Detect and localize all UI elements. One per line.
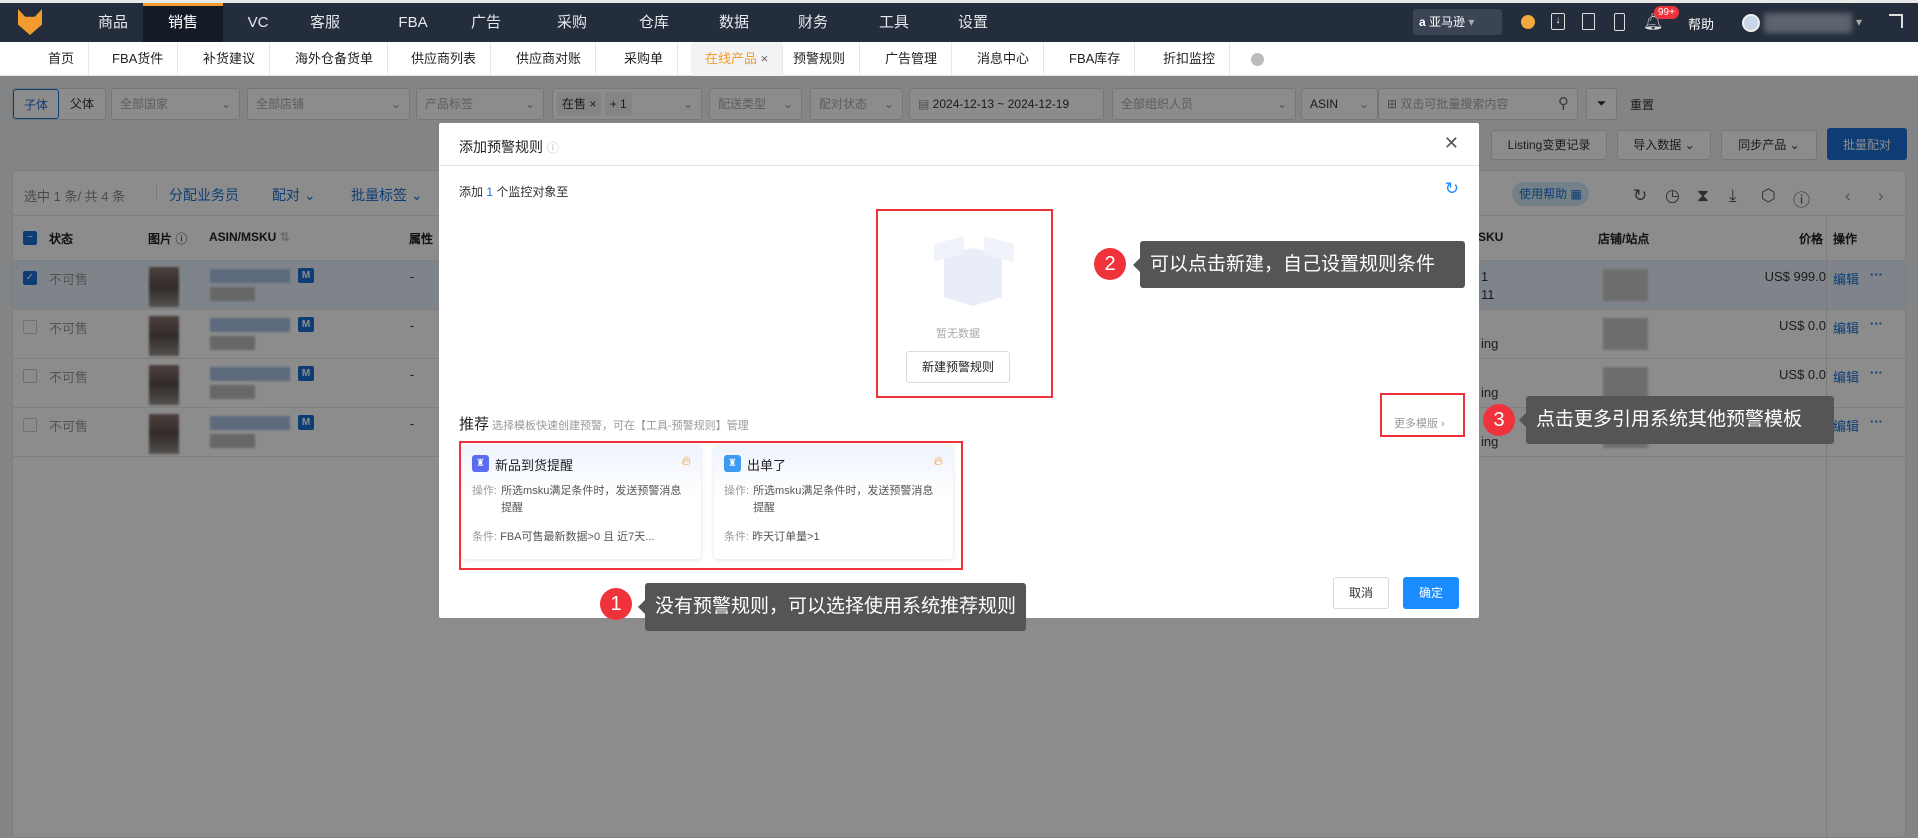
tab-home[interactable]: 首页 xyxy=(34,42,90,76)
tab-restock[interactable]: 补货建议 xyxy=(189,42,271,76)
download-icon[interactable]: ↓ xyxy=(1551,13,1565,30)
help-link[interactable]: 帮助 xyxy=(1688,14,1714,33)
caret-down-icon: ▾ xyxy=(1468,15,1475,29)
tab-overseas-stock[interactable]: 海外仓备货单 xyxy=(281,42,389,76)
close-icon[interactable]: ✕ xyxy=(1444,133,1459,154)
tab-fba-inventory[interactable]: FBA库存 xyxy=(1055,42,1136,76)
callout-number-2: 2 xyxy=(1094,248,1126,280)
modal-title: 添加预警规则 ⓘ xyxy=(459,137,559,157)
tab-label: 补货建议 xyxy=(203,51,256,66)
service-icon[interactable] xyxy=(1521,15,1535,29)
mobile-icon[interactable] xyxy=(1614,13,1625,31)
help-icon[interactable]: ⓘ xyxy=(547,141,559,155)
marketplace-label: 亚马逊 xyxy=(1429,15,1466,29)
tab-ads-management[interactable]: 广告管理 xyxy=(871,42,953,76)
add-prefix: 添加 xyxy=(459,185,484,199)
tab-bar: 首页 FBA货件 补货建议 海外仓备货单 供应商列表 供应商对账 采购单 在线产… xyxy=(0,42,1918,76)
tab-label: 供应商列表 xyxy=(411,51,477,66)
top-nav: 商品 销售 VC 客服 FBA 广告 采购 仓库 数据 财务 工具 设置 a 亚… xyxy=(0,0,1918,42)
nav-item-fba[interactable]: FBA xyxy=(388,3,438,42)
refresh-icon[interactable]: ↻ xyxy=(1445,179,1459,199)
nav-item-sales[interactable]: 销售 xyxy=(143,3,223,42)
logo-icon[interactable] xyxy=(18,9,42,35)
document-icon[interactable] xyxy=(1582,13,1595,30)
divider xyxy=(439,165,1479,166)
nav-item-warehouse[interactable]: 仓库 xyxy=(629,3,679,42)
tab-fba-shipment[interactable]: FBA货件 xyxy=(98,42,179,76)
tab-label: FBA货件 xyxy=(112,51,164,66)
tab-purchase-order[interactable]: 采购单 xyxy=(610,42,679,76)
tab-alert-rules[interactable]: 预警规则 xyxy=(779,42,861,76)
add-target-text: 添加 1 个监控对象至 xyxy=(459,183,568,200)
modal-title-text: 添加预警规则 xyxy=(459,139,543,155)
nav-item-tools[interactable]: 工具 xyxy=(869,3,919,42)
highlight-recommended-cards xyxy=(459,441,963,570)
nav-item-settings[interactable]: 设置 xyxy=(948,3,998,42)
tab-label: 首页 xyxy=(48,51,75,66)
avatar[interactable] xyxy=(1742,14,1760,32)
highlight-new-rule xyxy=(876,209,1053,398)
callout-2: 可以点击新建，自己设置规则条件 xyxy=(1133,241,1465,288)
tab-label: 在线产品 xyxy=(705,51,758,66)
add-count: 1 xyxy=(486,185,494,199)
amazon-icon: a xyxy=(1419,15,1426,29)
callout-3: 点击更多引用系统其他预警模板 xyxy=(1519,396,1834,444)
username-blurred xyxy=(1764,13,1852,33)
notification-badge: 99+ xyxy=(1654,6,1679,19)
tabs-more-icon[interactable] xyxy=(1251,53,1264,66)
nav-item-service[interactable]: 客服 xyxy=(300,3,350,42)
tab-label: 供应商对账 xyxy=(516,51,582,66)
tab-suppliers[interactable]: 供应商列表 xyxy=(397,42,492,76)
tab-supplier-reconcile[interactable]: 供应商对账 xyxy=(502,42,597,76)
add-suffix: 个监控对象至 xyxy=(496,185,569,199)
recommend-subtitle: 选择模板快速创建预警，可在【工具-预警规则】管理 xyxy=(492,420,749,432)
tab-label: 采购单 xyxy=(624,51,664,66)
tab-label: 折扣监控 xyxy=(1163,51,1216,66)
nav-item-products[interactable]: 商品 xyxy=(83,3,143,42)
caret-down-icon[interactable]: ▾ xyxy=(1856,15,1862,29)
tab-label: FBA库存 xyxy=(1069,51,1121,66)
tab-message-center[interactable]: 消息中心 xyxy=(963,42,1045,76)
tab-discount-monitor[interactable]: 折扣监控 xyxy=(1149,42,1231,76)
confirm-button[interactable]: 确定 xyxy=(1403,577,1459,609)
close-icon[interactable]: × xyxy=(761,51,769,66)
nav-item-finance[interactable]: 财务 xyxy=(788,3,838,42)
tab-label: 预警规则 xyxy=(793,51,846,66)
recommend-title: 推荐 xyxy=(459,416,490,433)
callout-number-1: 1 xyxy=(600,588,632,620)
tab-label: 海外仓备货单 xyxy=(295,51,374,66)
tab-label: 消息中心 xyxy=(977,51,1030,66)
callout-number-3: 3 xyxy=(1483,404,1515,436)
marketplace-select[interactable]: a 亚马逊 ▾ xyxy=(1413,9,1502,35)
cancel-button[interactable]: 取消 xyxy=(1333,577,1389,609)
fullscreen-icon[interactable] xyxy=(1889,14,1903,28)
nav-item-vc[interactable]: VC xyxy=(233,3,283,42)
highlight-more-templates xyxy=(1380,393,1465,437)
nav-item-purchase[interactable]: 采购 xyxy=(547,3,597,42)
callout-1: 没有预警规则，可以选择使用系统推荐规则 xyxy=(637,583,1027,631)
tab-online-products[interactable]: 在线产品 × xyxy=(691,42,784,76)
tab-label: 广告管理 xyxy=(885,51,938,66)
nav-item-data[interactable]: 数据 xyxy=(709,3,759,42)
nav-item-ads[interactable]: 广告 xyxy=(461,3,511,42)
